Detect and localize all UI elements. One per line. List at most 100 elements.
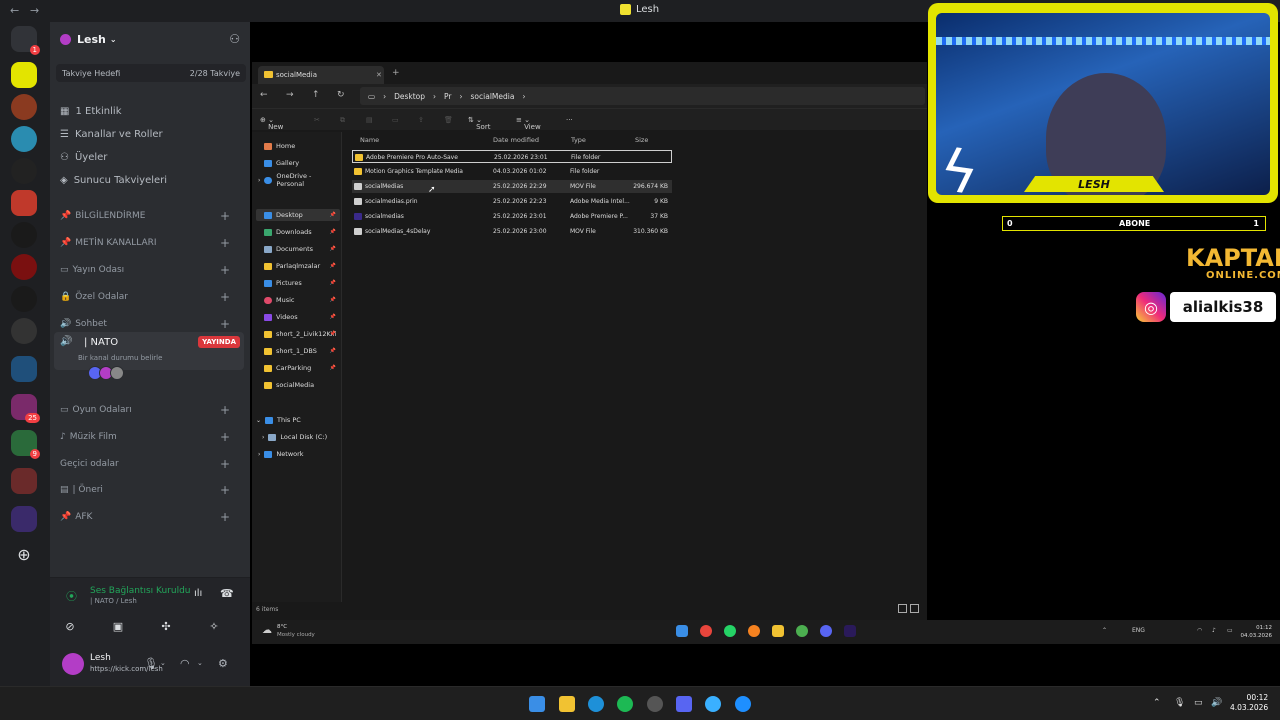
- discord-home-icon[interactable]: 1: [11, 26, 40, 55]
- nav-music[interactable]: Music 📌: [264, 294, 340, 306]
- app-icon[interactable]: [705, 696, 721, 712]
- server-icon[interactable]: [11, 158, 37, 184]
- app-icon[interactable]: [735, 696, 751, 712]
- delete-icon[interactable]: 🗑: [444, 116, 453, 124]
- nav-socialmedia[interactable]: socialMedia: [264, 379, 314, 391]
- chevron-down-icon[interactable]: ⌄: [197, 659, 203, 667]
- more-options-icon[interactable]: ···: [566, 116, 573, 124]
- add-channel-icon[interactable]: +: [220, 290, 230, 304]
- nav-documents[interactable]: Documents 📌: [264, 243, 340, 255]
- nav-pictures[interactable]: Pictures 📌: [264, 277, 340, 289]
- battery-icon[interactable]: ▭: [1227, 627, 1233, 634]
- add-channel-icon[interactable]: +: [220, 209, 230, 223]
- discord-icon[interactable]: [676, 696, 692, 712]
- refresh-icon[interactable]: ↻: [337, 90, 345, 100]
- server-icon[interactable]: [11, 126, 37, 152]
- server-icon[interactable]: [11, 286, 37, 312]
- add-channel-icon[interactable]: +: [220, 317, 230, 331]
- category-oyun-odalari[interactable]: ▭ Oyun Odaları +: [60, 402, 240, 418]
- table-row[interactable]: Motion Graphics Template Media 04.03.202…: [352, 165, 672, 178]
- windows-start-icon[interactable]: [676, 625, 688, 637]
- rename-icon[interactable]: ▭: [392, 116, 399, 124]
- language-indicator[interactable]: ENG: [1132, 627, 1145, 634]
- nav-gallery[interactable]: Gallery: [264, 157, 299, 169]
- server-folder-icon[interactable]: [11, 468, 37, 494]
- signal-icon[interactable]: ⦿: [66, 588, 77, 604]
- server-folder-icon[interactable]: 9: [11, 430, 40, 459]
- nav-carparking[interactable]: CarParking 📌: [264, 362, 340, 374]
- paste-icon[interactable]: ▤: [366, 116, 373, 124]
- forward-arrow-icon[interactable]: →: [286, 90, 294, 100]
- chevron-up-icon[interactable]: ⌃: [1102, 627, 1107, 634]
- back-arrow-icon[interactable]: ←: [10, 4, 19, 17]
- volume-icon[interactable]: ♪: [1212, 627, 1216, 634]
- soundboard-button[interactable]: ✧: [194, 614, 234, 638]
- server-folder-icon[interactable]: [11, 506, 37, 532]
- add-channel-icon[interactable]: +: [220, 457, 230, 471]
- column-name[interactable]: Name: [360, 136, 379, 144]
- windows-start-icon[interactable]: [529, 696, 545, 712]
- add-channel-icon[interactable]: +: [220, 510, 230, 524]
- nav-onedrive[interactable]: › OneDrive - Personal: [258, 172, 341, 188]
- table-row[interactable]: socialmedias 25.02.2026 23:01 Adobe Prem…: [352, 210, 672, 223]
- add-channel-icon[interactable]: +: [220, 430, 230, 444]
- view-toggle[interactable]: [898, 604, 919, 613]
- nav-downloads[interactable]: Downloads 📌: [264, 226, 340, 238]
- server-icon[interactable]: [11, 190, 37, 216]
- headphones-icon[interactable]: ◠: [180, 657, 190, 670]
- column-date-modified[interactable]: Date modified: [493, 136, 539, 144]
- forward-arrow-icon[interactable]: →: [30, 4, 39, 17]
- server-icon[interactable]: [11, 222, 37, 248]
- details-view-icon[interactable]: [898, 604, 907, 613]
- table-row[interactable]: socialMedias 25.02.2026 22:29 MOV File 2…: [352, 180, 672, 193]
- server-icon[interactable]: [11, 318, 37, 344]
- cut-icon[interactable]: ✂: [314, 116, 320, 124]
- edge-icon[interactable]: [588, 696, 604, 712]
- category-afk[interactable]: 📌 AFK +: [60, 509, 240, 525]
- nav-this-pc[interactable]: ⌄ This PC: [256, 414, 301, 426]
- premiere-pro-icon[interactable]: [844, 625, 856, 637]
- column-size[interactable]: Size: [635, 136, 648, 144]
- column-type[interactable]: Type: [571, 136, 586, 144]
- category-gecici-odalar[interactable]: Geçici odalar +: [60, 456, 240, 472]
- microphone-icon[interactable]: 🎙: [144, 657, 158, 670]
- add-server-icon[interactable]: ⊕: [11, 542, 37, 568]
- avatar[interactable]: [110, 366, 124, 380]
- new-button[interactable]: ⊕ New ⌄: [260, 116, 283, 131]
- add-channel-icon[interactable]: +: [220, 483, 230, 497]
- sort-button[interactable]: ⇅ Sort ⌄: [468, 116, 490, 131]
- chevron-down-icon[interactable]: ⌄: [160, 659, 166, 667]
- server-lesh[interactable]: [11, 62, 37, 88]
- system-clock[interactable]: 00:12 4.03.2026: [1230, 693, 1268, 713]
- settings-gear-icon[interactable]: ⚙: [218, 657, 228, 670]
- server-folder-icon[interactable]: 25: [11, 394, 40, 423]
- nav-home[interactable]: Home: [264, 140, 295, 152]
- nav-events[interactable]: ▦ 1 Etkinlik: [60, 102, 122, 120]
- nav-server-boosts[interactable]: ◈ Sunucu Takviyeleri: [60, 171, 167, 189]
- category-sohbet[interactable]: 🔊 Sohbet +: [60, 316, 240, 332]
- server-icon[interactable]: [11, 254, 37, 280]
- nav-channels-roles[interactable]: ☰ Kanallar ve Roller: [60, 125, 163, 143]
- server-folder-icon[interactable]: [11, 356, 37, 382]
- category-oneri[interactable]: ▤ | Öneri +: [60, 482, 240, 498]
- chrome-icon[interactable]: [700, 625, 712, 637]
- nav-short-1[interactable]: short_1_DBS 📌: [264, 345, 340, 357]
- boost-goal[interactable]: Takviye Hedefi 2/28 Takviye: [56, 64, 246, 82]
- category-ozel-odalar[interactable]: 🔒 Özel Odalar +: [60, 289, 240, 305]
- category-muzik-film[interactable]: ♪ Müzik Film +: [60, 429, 240, 445]
- nav-desktop[interactable]: Desktop 📌: [256, 209, 340, 221]
- activities-button[interactable]: ✣: [146, 614, 186, 638]
- close-icon[interactable]: ✕: [376, 71, 382, 79]
- breadcrumb[interactable]: ▭ › Desktop › Pr › socialMedia ›: [360, 87, 925, 105]
- weather-cloud-icon[interactable]: ☁: [262, 625, 272, 636]
- copy-icon[interactable]: ⧉: [340, 116, 345, 125]
- screen-share-button[interactable]: ▣: [98, 614, 138, 638]
- camera-off-button[interactable]: ⊘: [50, 614, 90, 638]
- guild-header[interactable]: Lesh ⌄ ⚇: [50, 22, 250, 56]
- monitor-icon[interactable]: ▭: [1194, 698, 1203, 708]
- whatsapp-icon[interactable]: [724, 625, 736, 637]
- file-explorer-icon[interactable]: [772, 625, 784, 637]
- category-bilgilendirme[interactable]: 📌 BİLGİLENDİRME +: [60, 208, 240, 224]
- table-row[interactable]: socialMedias_4sDelay 25.02.2026 23:00 MO…: [352, 225, 672, 238]
- noise-suppression-icon[interactable]: ılı: [194, 588, 202, 599]
